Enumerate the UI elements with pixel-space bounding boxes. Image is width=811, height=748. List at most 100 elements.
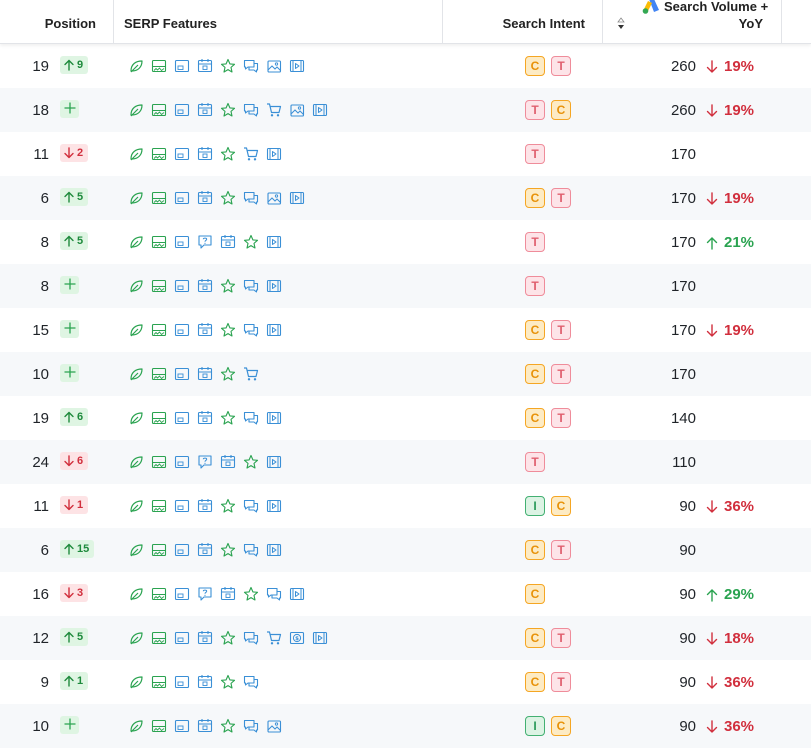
table-row[interactable]: 9 1 C T 90 36% bbox=[0, 660, 811, 704]
column-header-search-volume[interactable]: Search Volume + YoY bbox=[603, 0, 782, 43]
leaf-icon[interactable] bbox=[128, 674, 144, 690]
reviews-icon[interactable] bbox=[243, 278, 259, 294]
leaf-icon[interactable] bbox=[128, 542, 144, 558]
leaf-icon[interactable] bbox=[128, 146, 144, 162]
table-row[interactable]: 11 2 T 170 bbox=[0, 132, 811, 176]
image-pack-icon[interactable] bbox=[151, 278, 167, 294]
image-pack-icon[interactable] bbox=[151, 630, 167, 646]
star-icon[interactable] bbox=[243, 234, 259, 250]
star-icon[interactable] bbox=[220, 498, 236, 514]
table-row[interactable]: 16 3 C 90 29% bbox=[0, 572, 811, 616]
image-pack-icon[interactable] bbox=[151, 322, 167, 338]
leaf-icon[interactable] bbox=[128, 102, 144, 118]
leaf-icon[interactable] bbox=[128, 322, 144, 338]
intent-badge-transactional[interactable]: T bbox=[551, 56, 571, 76]
intent-badge-transactional[interactable]: T bbox=[525, 144, 545, 164]
intent-badge-commercial[interactable]: C bbox=[525, 188, 545, 208]
intent-badge-commercial[interactable]: C bbox=[551, 496, 571, 516]
faq-icon[interactable] bbox=[197, 234, 213, 250]
leaf-icon[interactable] bbox=[128, 718, 144, 734]
table-row[interactable]: 15 C T 170 19% bbox=[0, 308, 811, 352]
intent-badge-transactional[interactable]: T bbox=[525, 100, 545, 120]
intent-badge-commercial[interactable]: C bbox=[551, 716, 571, 736]
intent-badge-commercial[interactable]: C bbox=[525, 628, 545, 648]
image-icon[interactable] bbox=[174, 102, 190, 118]
intent-badge-commercial[interactable]: C bbox=[525, 408, 545, 428]
image-pack-icon[interactable] bbox=[151, 410, 167, 426]
table-row[interactable]: 6 5 C T 170 19% bbox=[0, 176, 811, 220]
calendar-icon[interactable] bbox=[220, 586, 236, 602]
image-icon[interactable] bbox=[174, 630, 190, 646]
cart-icon[interactable] bbox=[266, 630, 282, 646]
table-row[interactable]: 11 1 I C 90 36% bbox=[0, 484, 811, 528]
intent-badge-commercial[interactable]: C bbox=[525, 56, 545, 76]
calendar-icon[interactable] bbox=[197, 146, 213, 162]
reviews-icon[interactable] bbox=[243, 630, 259, 646]
table-row[interactable]: 10 I C 90 36% bbox=[0, 704, 811, 748]
star-icon[interactable] bbox=[220, 630, 236, 646]
image-pack-icon[interactable] bbox=[151, 718, 167, 734]
table-row[interactable]: 8 T 170 bbox=[0, 264, 811, 308]
table-row[interactable]: 19 9 C T 260 19% bbox=[0, 44, 811, 88]
table-row[interactable]: 18 T C 260 19% bbox=[0, 88, 811, 132]
image-gallery-icon[interactable] bbox=[266, 190, 282, 206]
calendar-icon[interactable] bbox=[197, 102, 213, 118]
reviews-icon[interactable] bbox=[243, 322, 259, 338]
intent-badge-informational[interactable]: I bbox=[525, 496, 545, 516]
leaf-icon[interactable] bbox=[128, 498, 144, 514]
intent-badge-commercial[interactable]: C bbox=[525, 584, 545, 604]
leaf-icon[interactable] bbox=[128, 586, 144, 602]
image-pack-icon[interactable] bbox=[151, 366, 167, 382]
intent-badge-commercial[interactable]: C bbox=[525, 364, 545, 384]
star-icon[interactable] bbox=[220, 146, 236, 162]
video-icon[interactable] bbox=[266, 146, 282, 162]
leaf-icon[interactable] bbox=[128, 630, 144, 646]
calendar-icon[interactable] bbox=[197, 190, 213, 206]
calendar-icon[interactable] bbox=[197, 718, 213, 734]
image-gallery-icon[interactable] bbox=[266, 718, 282, 734]
image-pack-icon[interactable] bbox=[151, 146, 167, 162]
star-icon[interactable] bbox=[220, 58, 236, 74]
calendar-icon[interactable] bbox=[197, 278, 213, 294]
table-row[interactable]: 10 C T 170 bbox=[0, 352, 811, 396]
star-icon[interactable] bbox=[220, 278, 236, 294]
image-icon[interactable] bbox=[174, 586, 190, 602]
table-row[interactable]: 12 5 $ C T 90 18% bbox=[0, 616, 811, 660]
reviews-icon[interactable] bbox=[243, 58, 259, 74]
price-icon[interactable]: $ bbox=[289, 630, 305, 646]
star-icon[interactable] bbox=[220, 718, 236, 734]
leaf-icon[interactable] bbox=[128, 190, 144, 206]
image-icon[interactable] bbox=[174, 278, 190, 294]
video-icon[interactable] bbox=[266, 410, 282, 426]
reviews-icon[interactable] bbox=[243, 674, 259, 690]
image-icon[interactable] bbox=[174, 542, 190, 558]
leaf-icon[interactable] bbox=[128, 58, 144, 74]
star-icon[interactable] bbox=[220, 190, 236, 206]
intent-badge-transactional[interactable]: T bbox=[551, 672, 571, 692]
calendar-icon[interactable] bbox=[220, 454, 236, 470]
image-pack-icon[interactable] bbox=[151, 542, 167, 558]
reviews-icon[interactable] bbox=[266, 586, 282, 602]
intent-badge-transactional[interactable]: T bbox=[551, 408, 571, 428]
faq-icon[interactable] bbox=[197, 454, 213, 470]
table-row[interactable]: 19 6 C T 140 bbox=[0, 396, 811, 440]
image-icon[interactable] bbox=[174, 454, 190, 470]
image-pack-icon[interactable] bbox=[151, 190, 167, 206]
image-icon[interactable] bbox=[174, 58, 190, 74]
table-row[interactable]: 6 15 C T 90 bbox=[0, 528, 811, 572]
calendar-icon[interactable] bbox=[197, 498, 213, 514]
star-icon[interactable] bbox=[220, 674, 236, 690]
video-icon[interactable] bbox=[266, 498, 282, 514]
video-icon[interactable] bbox=[289, 586, 305, 602]
image-pack-icon[interactable] bbox=[151, 102, 167, 118]
image-icon[interactable] bbox=[174, 146, 190, 162]
calendar-icon[interactable] bbox=[220, 234, 236, 250]
sort-icon[interactable] bbox=[617, 16, 625, 32]
video-icon[interactable] bbox=[266, 454, 282, 470]
intent-badge-transactional[interactable]: T bbox=[551, 540, 571, 560]
intent-badge-informational[interactable]: I bbox=[525, 716, 545, 736]
reviews-icon[interactable] bbox=[243, 498, 259, 514]
image-icon[interactable] bbox=[174, 322, 190, 338]
image-gallery-icon[interactable] bbox=[266, 58, 282, 74]
intent-badge-transactional[interactable]: T bbox=[551, 320, 571, 340]
